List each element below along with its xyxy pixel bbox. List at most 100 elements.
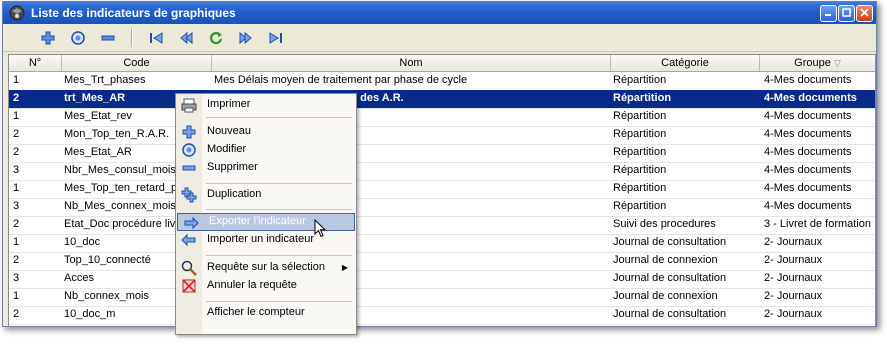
menu-item-nouveau[interactable]: Nouveau: [176, 123, 356, 141]
cell-categorie: Répartition: [613, 110, 667, 122]
cell-num: 1: [13, 74, 20, 86]
menu-item-annuler-la-requête[interactable]: Annuler la requête: [176, 277, 356, 295]
menu-item-duplication[interactable]: Duplication: [176, 186, 356, 204]
menu-item-requête-sur-la-sélection[interactable]: Requête sur la sélection ▶: [176, 259, 356, 277]
table-row[interactable]: 3Nb_Mes_connex_moisar moisRépartition4-M…: [9, 198, 875, 217]
next-record-icon[interactable]: [238, 30, 254, 46]
modify-icon[interactable]: [70, 30, 86, 46]
column-header-groupe[interactable]: Groupe ▽: [760, 55, 875, 71]
cell-categorie: Répartition: [613, 182, 667, 194]
mouse-cursor-icon: [314, 219, 327, 238]
menu-item-afficher-le-compteur[interactable]: Afficher le compteur: [176, 304, 356, 322]
table-row[interactable]: 2 Etat_Doc procédure livr Suivi des proced…: [9, 216, 875, 235]
cell-groupe: 4-Mes documents: [764, 164, 852, 176]
cancel-query-icon: [182, 279, 196, 293]
cell-categorie: Répartition: [613, 146, 667, 158]
cell-code: Mes_Trt_phases: [64, 74, 146, 86]
toolbar-separator: [131, 29, 133, 47]
last-record-icon[interactable]: [268, 30, 284, 46]
table-row[interactable]: 1Mes_Etat_revaseRépartition4-Mes documen…: [9, 108, 875, 127]
minimize-button[interactable]: [820, 5, 837, 22]
add-icon[interactable]: [40, 30, 56, 46]
column-header-code[interactable]: Code: [62, 55, 212, 71]
cell-categorie: Répartition: [613, 92, 672, 104]
menu-item-label: Nouveau: [207, 125, 252, 137]
menu-separator: [206, 183, 352, 184]
menu-item-supprimer[interactable]: Supprimer: [176, 159, 356, 177]
window-title: Liste des indicateurs de graphiques: [31, 6, 236, 20]
menu-item-label: Modifier: [207, 143, 247, 155]
import-icon: [181, 233, 196, 247]
cell-groupe: 2- Journaux: [764, 254, 823, 266]
menu-item-label: Supprimer: [207, 161, 258, 173]
menu-item-label: Duplication: [207, 188, 262, 200]
previous-record-icon[interactable]: [178, 30, 194, 46]
table-row[interactable]: 3Nbr_Mes_consul_moispar moisRépartition4…: [9, 162, 875, 181]
minimize-icon: [825, 14, 831, 16]
menu-item-label: Importer un indicateur: [207, 233, 314, 245]
table-row[interactable]: 3 Acces Journal de consultation 2- Journaux: [9, 270, 875, 289]
menu-separator: [206, 209, 352, 210]
table-row[interactable]: 1Nb_connex_moisoisJournal de connexion2-…: [9, 288, 875, 307]
table-row[interactable]: 1 Mes_Trt_phases Mes Délais moyen de trait…: [9, 72, 875, 91]
menu-item-importer-un-indicateur[interactable]: Importer un indicateur: [176, 231, 356, 249]
table-row[interactable]: 2trt_Mes_ARDélais moyen de traitement de…: [9, 90, 875, 109]
cell-groupe: 2- Journaux: [764, 290, 823, 302]
column-header-categorie[interactable]: Catégorie: [611, 55, 760, 71]
table-row[interactable]: 2Top_10_connectéectent le plusJournal de…: [9, 252, 875, 271]
menu-item-label: Annuler la requête: [207, 279, 297, 291]
menu-separator: [206, 301, 352, 302]
maximize-icon: [842, 8, 851, 17]
close-icon: [860, 8, 869, 17]
cell-groupe: 2- Journaux: [764, 236, 823, 248]
first-record-icon[interactable]: [148, 30, 164, 46]
menu-item-imprimer[interactable]: Imprimer: [176, 96, 356, 114]
cell-groupe: 4-Mes documents: [764, 146, 852, 158]
column-header-nom[interactable]: Nom: [212, 55, 611, 71]
cell-num: 3: [13, 272, 20, 284]
toolbar: [3, 25, 876, 52]
maximize-button[interactable]: [838, 5, 855, 22]
title-bar[interactable]: Liste des indicateurs de graphiques: [3, 2, 876, 24]
cell-groupe: 4-Mes documents: [764, 92, 857, 104]
cell-categorie: Journal de consultation: [613, 308, 727, 320]
cell-categorie: Suivi des procedures: [613, 218, 716, 230]
menu-item-exporter-l-indicateur[interactable]: Exporter l'indicateur: [177, 213, 355, 231]
table-row[interactable]: 210_doc_monsultésJournal de consultation…: [9, 306, 875, 325]
cell-groupe: 4-Mes documents: [764, 128, 852, 140]
cell-num: 2: [13, 128, 20, 140]
cell-num: 2: [13, 218, 20, 230]
cell-categorie: Journal de consultation: [613, 272, 727, 284]
column-header-num[interactable]: N°: [9, 55, 62, 71]
indicator-grid[interactable]: N° Code Nom Catégorie Groupe ▽ 1 Mes_Trt_…: [8, 54, 876, 326]
cell-categorie: Journal de consultation: [613, 236, 727, 248]
table-row[interactable]: 1Mes_Top_ten_retard_pidation de phaseRép…: [9, 180, 875, 199]
cell-num: 2: [13, 254, 20, 266]
cell-num: 1: [13, 290, 20, 302]
cell-categorie: Répartition: [613, 200, 667, 212]
app-icon: [9, 5, 25, 21]
table-row[interactable]: 2 Mes_Etat_AR Répartition 4-Mes documents: [9, 144, 875, 163]
menu-item-modifier[interactable]: Modifier: [176, 141, 356, 159]
cell-groupe: 4-Mes documents: [764, 182, 852, 194]
delete-icon[interactable]: [100, 30, 116, 46]
cell-num: 1: [13, 182, 20, 194]
magnifier-icon: [181, 260, 197, 276]
table-row[interactable]: 2Mon_Top_ten_R.A.R.us de retards sur les…: [9, 126, 875, 145]
cell-num: 3: [13, 200, 20, 212]
submenu-arrow-icon: ▶: [341, 263, 348, 272]
close-button[interactable]: [856, 5, 873, 22]
table-row[interactable]: 110_docsultésJournal de consultation2- J…: [9, 234, 875, 253]
refresh-icon[interactable]: [208, 30, 224, 46]
cell-categorie: Journal de connexion: [613, 290, 718, 302]
printer-icon: [181, 98, 197, 113]
cell-groupe: 3 - Livret de formation: [764, 218, 871, 230]
menu-separator: [206, 117, 352, 118]
modify-icon: [182, 143, 196, 157]
cell-num: 1: [13, 236, 20, 248]
cell-groupe: 4-Mes documents: [764, 110, 852, 122]
menu-item-label: Afficher le compteur: [207, 306, 305, 318]
cell-groupe: 2- Journaux: [764, 272, 823, 284]
cell-groupe: 2- Journaux: [764, 308, 823, 320]
cell-num: 3: [13, 164, 20, 176]
